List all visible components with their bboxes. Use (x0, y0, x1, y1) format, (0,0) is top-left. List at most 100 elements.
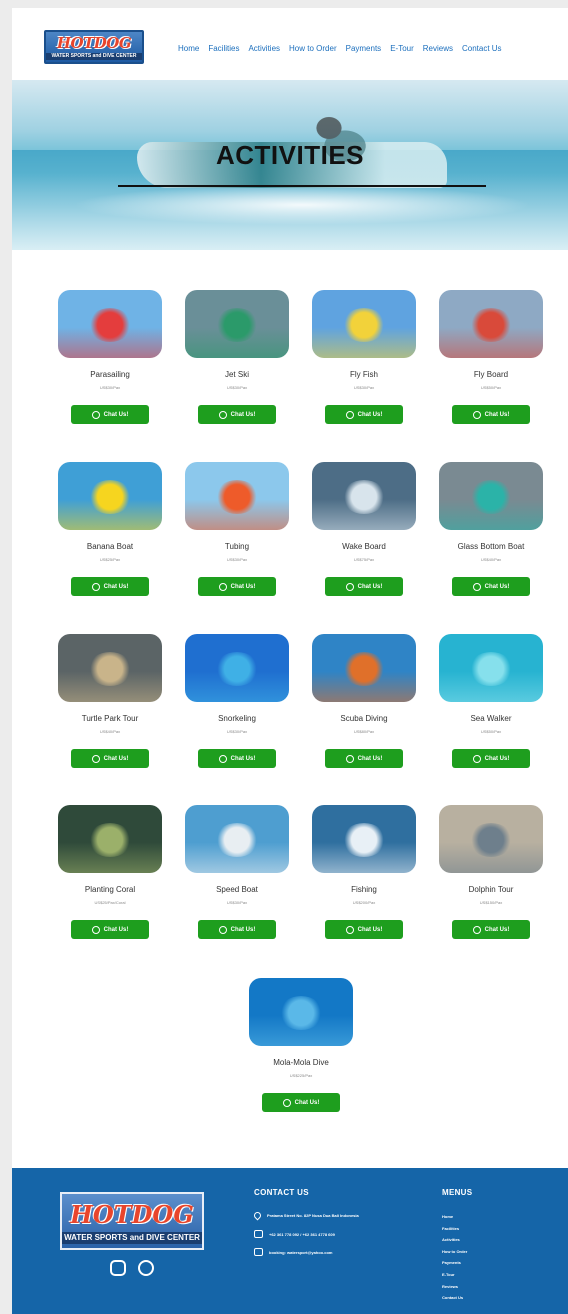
social-links (110, 1260, 154, 1276)
chat-us-label: Chat Us! (357, 926, 383, 933)
activity-price: US$30/Pax (226, 900, 248, 905)
activity-image (58, 462, 162, 530)
footer-menu-activities[interactable]: Activities (442, 1237, 467, 1249)
nav-home[interactable]: Home (178, 44, 199, 53)
whatsapp-icon (472, 582, 481, 591)
footer-menu-payments[interactable]: Payments (442, 1260, 467, 1272)
activity-name: Scuba Diving (340, 714, 388, 723)
nav-facilities[interactable]: Facilities (208, 44, 239, 53)
whatsapp-icon (345, 925, 354, 934)
activity-image (185, 290, 289, 358)
whatsapp-icon (218, 582, 227, 591)
nav-how-to-order[interactable]: How to Order (289, 44, 337, 53)
activity-image (439, 805, 543, 873)
logo-title: HOTDOG (56, 34, 132, 52)
chat-us-button[interactable]: Chat Us! (452, 920, 530, 939)
activity-image-subject (88, 480, 132, 514)
activity-name: Fishing (351, 885, 377, 894)
chat-us-button[interactable]: Chat Us! (325, 577, 403, 596)
whatsapp-icon (91, 754, 100, 763)
activity-card: Snorkeling US$30/Pax Chat Us! (185, 634, 289, 768)
activity-name: Snorkeling (218, 714, 256, 723)
chat-us-label: Chat Us! (103, 926, 129, 933)
footer-menu-reviews[interactable]: Reviews (442, 1284, 467, 1296)
mail-icon (254, 1248, 263, 1256)
address-text: Pratama Street No. 82P Nusa Dua Bali Ind… (267, 1213, 359, 1218)
activity-name: Sea Walker (470, 714, 512, 723)
chat-us-button[interactable]: Chat Us! (198, 920, 276, 939)
activity-card: Fishing US$200/Pax Chat Us! (312, 805, 416, 939)
activity-image-subject (342, 480, 386, 514)
chat-us-button[interactable]: Chat Us! (198, 749, 276, 768)
activity-price: US$40/Pax (99, 729, 121, 734)
chat-us-label: Chat Us! (357, 411, 383, 418)
activity-name: Dolphin Tour (468, 885, 514, 894)
activity-image-subject (342, 308, 386, 342)
chat-us-button[interactable]: Chat Us! (71, 405, 149, 424)
activity-name: Wake Board (342, 542, 386, 551)
chat-us-button[interactable]: Chat Us! (325, 405, 403, 424)
nav-reviews[interactable]: Reviews (423, 44, 453, 53)
footer-logo[interactable]: HOTDOG WATER SPORTS and DIVE CENTER (60, 1192, 204, 1250)
activity-image (185, 805, 289, 873)
activity-price: US$30/Pax (226, 729, 248, 734)
footer-menu-how-to-order[interactable]: How to Order (442, 1249, 467, 1261)
activity-image (439, 634, 543, 702)
nav-contact-us[interactable]: Contact Us (462, 44, 502, 53)
whatsapp-icon (345, 582, 354, 591)
activity-card: Mola-Mola Dive US$225/Pax Chat Us! (249, 978, 353, 1112)
activity-price: US$225/Pax (289, 1073, 313, 1078)
chat-us-button[interactable]: Chat Us! (71, 920, 149, 939)
activity-image-subject (215, 480, 259, 514)
contact-email[interactable]: booking: watersport@yahoo.com (254, 1248, 332, 1256)
activity-image (312, 290, 416, 358)
chat-us-button[interactable]: Chat Us! (452, 405, 530, 424)
activity-price: US$200/Pax (352, 900, 376, 905)
chat-us-label: Chat Us! (103, 583, 129, 590)
chat-us-button[interactable]: Chat Us! (198, 577, 276, 596)
activity-card: Wake Board US$75/Pax Chat Us! (312, 462, 416, 596)
activity-price: US$50/Pax (480, 729, 502, 734)
location-icon (252, 1210, 263, 1221)
whatsapp-icon (91, 582, 100, 591)
footer-menu-home[interactable]: Home (442, 1214, 467, 1226)
activity-image (58, 805, 162, 873)
chat-us-label: Chat Us! (484, 755, 510, 762)
activity-card: Scuba Diving US$80/Pax Chat Us! (312, 634, 416, 768)
site-footer: HOTDOG WATER SPORTS and DIVE CENTER CONT… (12, 1168, 568, 1314)
footer-menu-facilities[interactable]: Facilities (442, 1226, 467, 1238)
nav-activities[interactable]: Activities (248, 44, 280, 53)
activity-card: Jet Ski US$30/Pax Chat Us! (185, 290, 289, 424)
whatsapp-icon (282, 1098, 291, 1107)
site-logo[interactable]: HOTDOG WATER SPORTS and DIVE CENTER (44, 30, 144, 64)
chat-us-button[interactable]: Chat Us! (452, 749, 530, 768)
activity-image-subject (215, 823, 259, 857)
chat-us-label: Chat Us! (357, 583, 383, 590)
chat-us-button[interactable]: Chat Us! (262, 1093, 340, 1112)
chat-us-button[interactable]: Chat Us! (325, 920, 403, 939)
activity-price: US$150/Pax (479, 900, 503, 905)
phone-icon (254, 1230, 263, 1238)
whatsapp-icon (218, 754, 227, 763)
contact-phone[interactable]: +62 361 778 092 / +62 361 4778 609 (254, 1230, 335, 1238)
activity-card: Fly Fish US$30/Pax Chat Us! (312, 290, 416, 424)
nav-e-tour[interactable]: E-Tour (390, 44, 414, 53)
chat-us-label: Chat Us! (103, 755, 129, 762)
footer-menu: Home Facilities Activities How to Order … (442, 1214, 467, 1307)
chat-us-label: Chat Us! (230, 926, 256, 933)
activity-name: Parasailing (90, 370, 130, 379)
activity-image-subject (469, 308, 513, 342)
whatsapp-icon (345, 754, 354, 763)
chat-us-button[interactable]: Chat Us! (198, 405, 276, 424)
footer-menu-contact-us[interactable]: Contact Us (442, 1295, 467, 1307)
nav-payments[interactable]: Payments (346, 44, 382, 53)
activity-name: Tubing (224, 542, 250, 551)
instagram-icon[interactable] (110, 1260, 126, 1276)
chat-us-label: Chat Us! (294, 1099, 320, 1106)
chat-us-button[interactable]: Chat Us! (71, 749, 149, 768)
footer-menu-e-tour[interactable]: E-Tour (442, 1272, 467, 1284)
chat-us-button[interactable]: Chat Us! (325, 749, 403, 768)
chat-us-button[interactable]: Chat Us! (71, 577, 149, 596)
whatsapp-icon[interactable] (138, 1260, 154, 1276)
chat-us-button[interactable]: Chat Us! (452, 577, 530, 596)
